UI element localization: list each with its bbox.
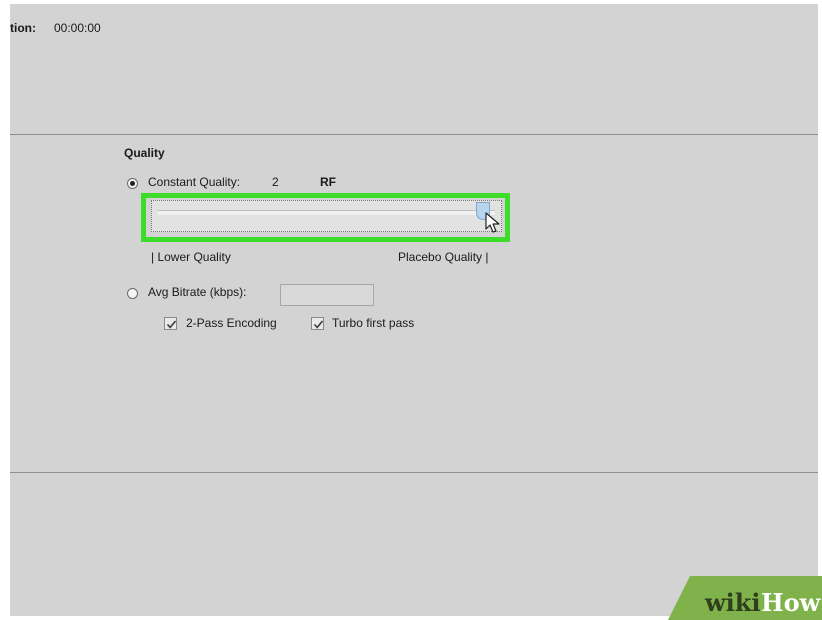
quality-slider[interactable] [151, 200, 502, 232]
two-pass-checkbox[interactable] [164, 317, 177, 330]
avg-bitrate-label: Avg Bitrate (kbps): [148, 285, 247, 299]
duration-value: 00:00:00 [54, 21, 101, 35]
duration-label: tion: [10, 21, 36, 35]
wikihow-logo-wiki: wiki [705, 588, 761, 617]
constant-quality-value: 2 [272, 175, 279, 189]
two-pass-label: 2-Pass Encoding [186, 316, 277, 330]
main-panel [10, 4, 818, 616]
wikihow-logo-how: How [761, 588, 821, 617]
mouse-cursor-icon [485, 212, 500, 233]
radio-selected-dot [130, 181, 135, 186]
constant-quality-label: Constant Quality: [148, 175, 241, 189]
avg-bitrate-input[interactable] [280, 284, 374, 306]
checkmark-icon [166, 320, 177, 329]
lower-quality-label: | Lower Quality [151, 250, 231, 264]
turbo-first-pass-checkbox[interactable] [311, 317, 324, 330]
rf-label: RF [320, 175, 336, 189]
checkmark-icon [313, 320, 324, 329]
constant-quality-radio[interactable] [127, 178, 138, 189]
placebo-quality-label: Placebo Quality | [398, 250, 489, 264]
avg-bitrate-radio[interactable] [127, 288, 138, 299]
slider-track[interactable] [158, 210, 495, 215]
bottom-divider [10, 472, 818, 473]
turbo-first-pass-label: Turbo first pass [332, 316, 415, 330]
quality-section-title: Quality [124, 146, 165, 160]
top-divider [10, 134, 818, 135]
